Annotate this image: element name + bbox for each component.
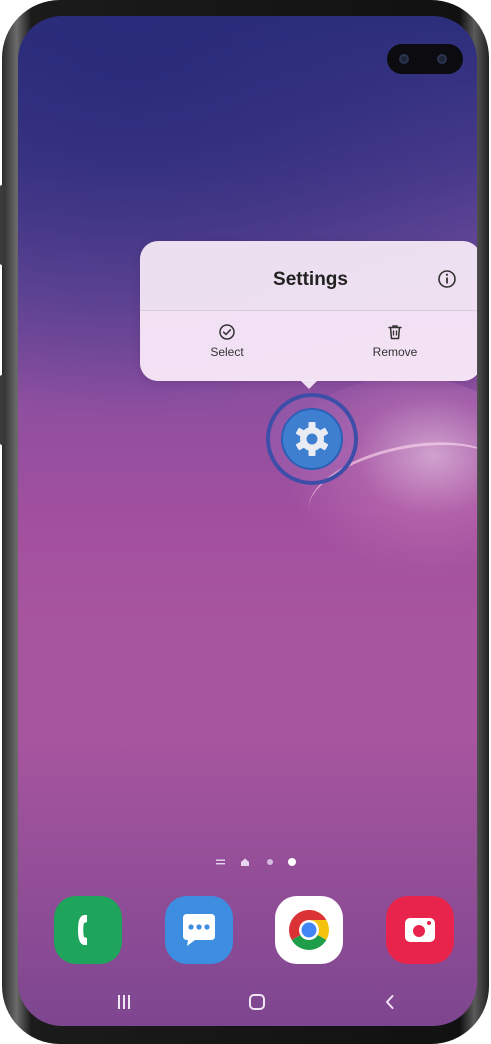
home-page-indicator[interactable] [239,855,251,867]
trash-icon [350,323,440,341]
apps-indicator [215,855,227,867]
gear-icon [283,422,341,472]
back-button[interactable] [380,992,400,1017]
recents-button[interactable] [114,992,134,1017]
divider [140,310,477,311]
volume-button [0,185,4,265]
back-icon [386,995,394,1009]
chrome-icon [289,910,329,950]
remove-label: Remove [372,345,418,359]
settings-app-icon[interactable] [266,393,358,485]
front-camera [387,44,463,74]
phone-frame: Settings Select Remove [0,0,489,1044]
phone-app[interactable] [54,896,122,964]
select-label: Select [210,345,244,359]
remove-button[interactable]: Remove [350,323,440,371]
context-menu-title: Settings [273,269,348,290]
bixby-button [0,375,4,445]
info-icon[interactable] [436,268,458,290]
messages-icon [183,914,215,946]
home-button-icon [249,994,265,1010]
chrome-app[interactable] [275,896,343,964]
home-button[interactable] [247,992,267,1017]
phone-icon [78,915,87,945]
select-button[interactable]: Select [182,323,272,371]
app-context-menu: Settings Select Remove [140,241,477,389]
camera-icon [405,918,435,942]
check-circle-icon [182,323,272,341]
recents-icon [118,995,130,1009]
home-icon [241,858,249,866]
menu-icon [216,859,225,865]
page-dot[interactable] [264,855,276,867]
messages-app[interactable] [165,896,233,964]
home-screen: Settings Select Remove [18,16,477,1026]
page-dot-current[interactable] [286,855,298,867]
camera-app[interactable] [386,896,454,964]
